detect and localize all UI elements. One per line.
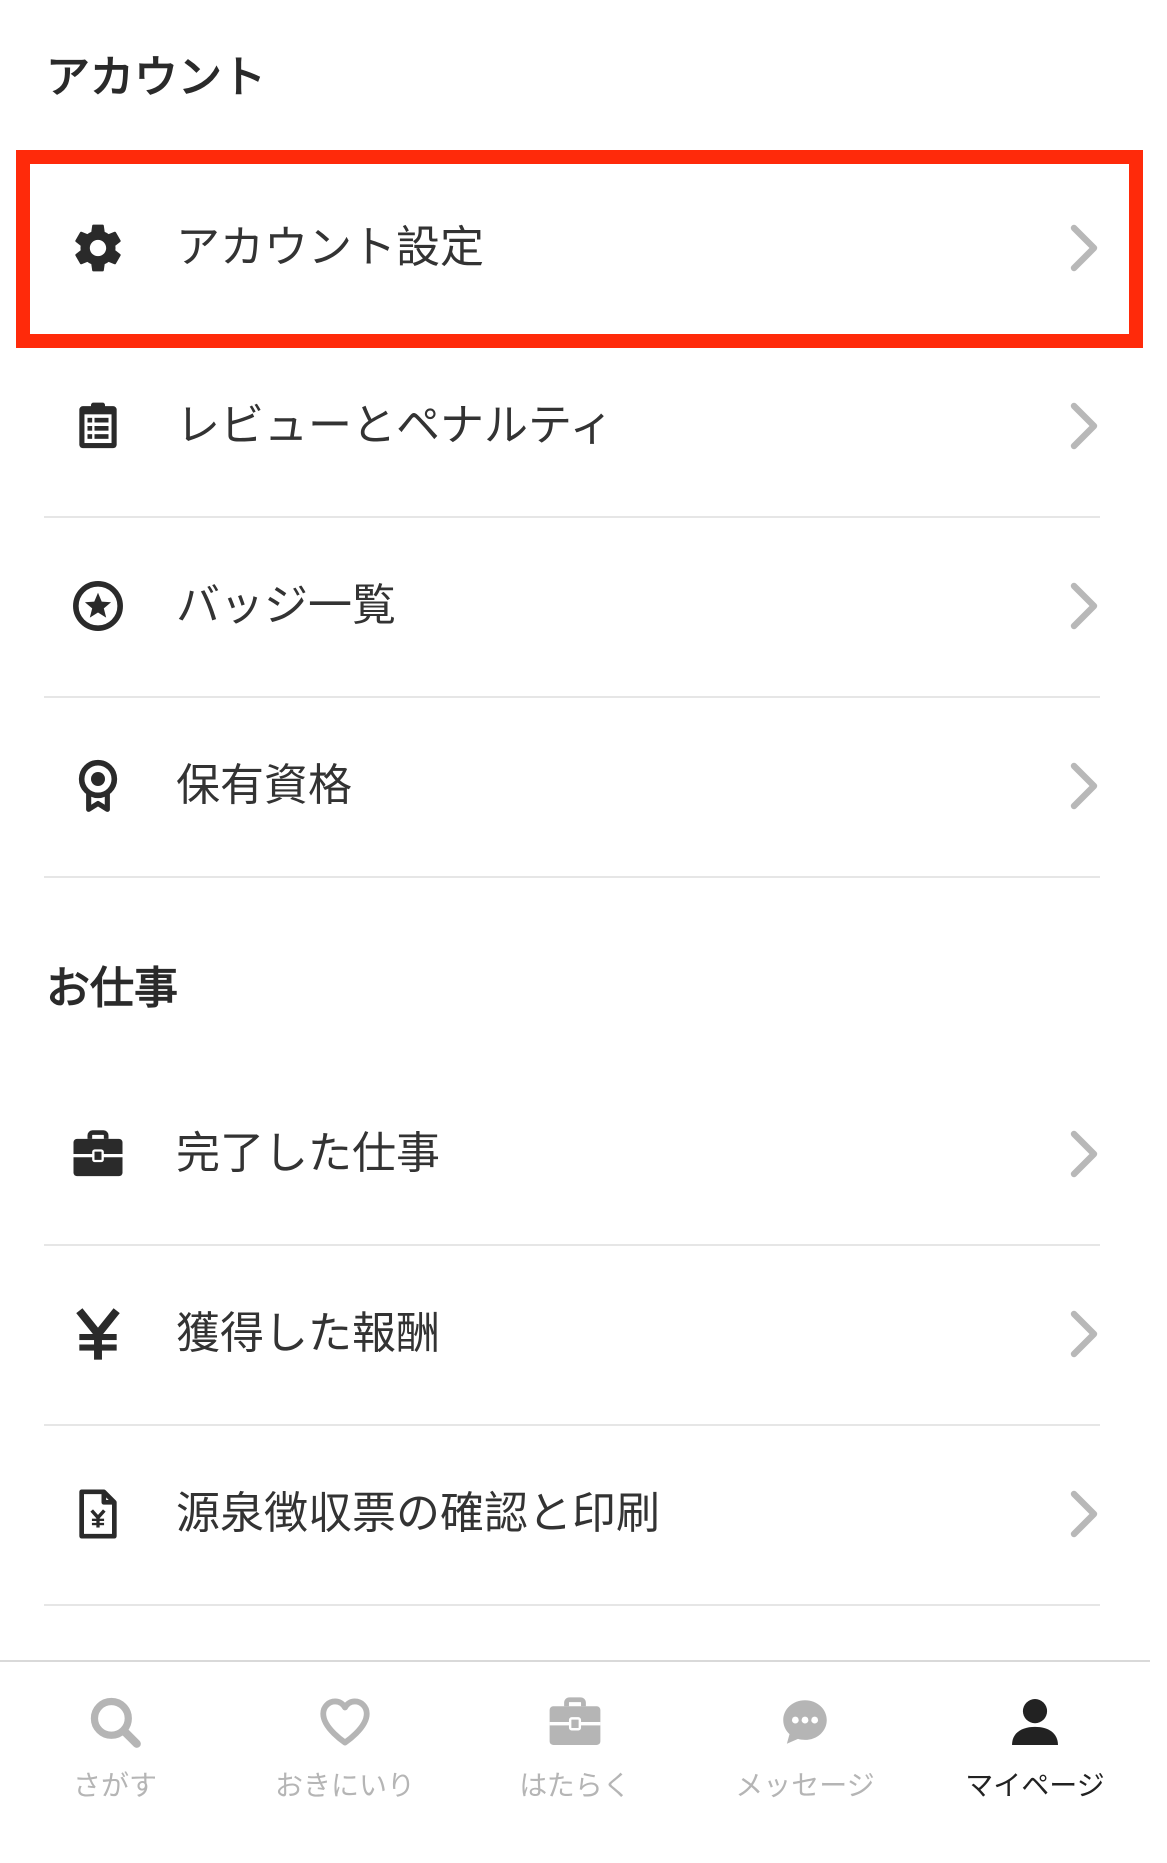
menu-item-badges[interactable]: バッジ一覧 <box>44 516 1100 698</box>
tab-label: マイページ <box>965 1769 1105 1802</box>
award-ribbon-icon <box>68 756 128 816</box>
tab-label: おきにいり <box>274 1769 415 1802</box>
chevron-right-icon <box>1070 762 1098 810</box>
section-title-work: お仕事 <box>46 963 178 1014</box>
search-icon <box>85 1692 145 1752</box>
menu-item-label: レビューとペナルティ <box>176 400 614 451</box>
chevron-right-icon <box>1070 1130 1098 1178</box>
menu-item-label: 獲得した報酬 <box>176 1308 440 1359</box>
tab-label: メッセージ <box>735 1769 875 1802</box>
menu-item-qualifications[interactable]: 保有資格 <box>44 696 1100 878</box>
menu-item-reviews-penalties[interactable]: レビューとペナルティ <box>44 336 1100 518</box>
mypage-content: アカウント アカウント設定 レビューとペナルティ バッジ一覧 保有資格 お仕事 … <box>0 0 1167 1660</box>
chevron-right-icon <box>1070 582 1098 630</box>
bottom-tab-bar: さがす おきにいり はたらく メッセージ マイページ <box>0 1660 1150 1863</box>
chevron-right-icon <box>1070 402 1098 450</box>
tab-work[interactable]: はたらく <box>460 1662 690 1863</box>
star-circle-icon <box>68 576 128 636</box>
heart-icon <box>315 1692 375 1752</box>
menu-item-completed-jobs[interactable]: 完了した仕事 <box>44 1064 1100 1246</box>
chat-bubble-icon <box>775 1692 835 1752</box>
yen-icon <box>68 1304 128 1364</box>
tab-mypage[interactable]: マイページ <box>920 1662 1150 1863</box>
menu-item-label: アカウント設定 <box>176 222 484 273</box>
menu-item-account-settings[interactable]: アカウント設定 <box>44 157 1100 339</box>
menu-item-label: 完了した仕事 <box>176 1128 440 1179</box>
menu-item-label: バッジ一覧 <box>176 580 396 631</box>
chevron-right-icon <box>1070 224 1098 272</box>
tab-messages[interactable]: メッセージ <box>690 1662 920 1863</box>
tab-label: はたらく <box>519 1769 631 1802</box>
tab-label: さがす <box>72 1769 157 1802</box>
menu-item-label: 源泉徴収票の確認と印刷 <box>176 1488 660 1539</box>
briefcase-icon <box>545 1692 605 1752</box>
gear-icon <box>68 218 128 278</box>
menu-item-label: 保有資格 <box>176 760 352 811</box>
yen-document-icon <box>68 1484 128 1544</box>
menu-item-withholding-slip[interactable]: 源泉徴収票の確認と印刷 <box>44 1424 1100 1606</box>
section-title-account: アカウント <box>46 52 266 103</box>
tab-favorites[interactable]: おきにいり <box>230 1662 460 1863</box>
tab-search[interactable]: さがす <box>0 1662 230 1863</box>
menu-item-earned-rewards[interactable]: 獲得した報酬 <box>44 1244 1100 1426</box>
chevron-right-icon <box>1070 1490 1098 1538</box>
chevron-right-icon <box>1070 1310 1098 1358</box>
clipboard-list-icon <box>68 396 128 456</box>
user-icon <box>1005 1692 1065 1752</box>
briefcase-icon <box>68 1124 128 1184</box>
